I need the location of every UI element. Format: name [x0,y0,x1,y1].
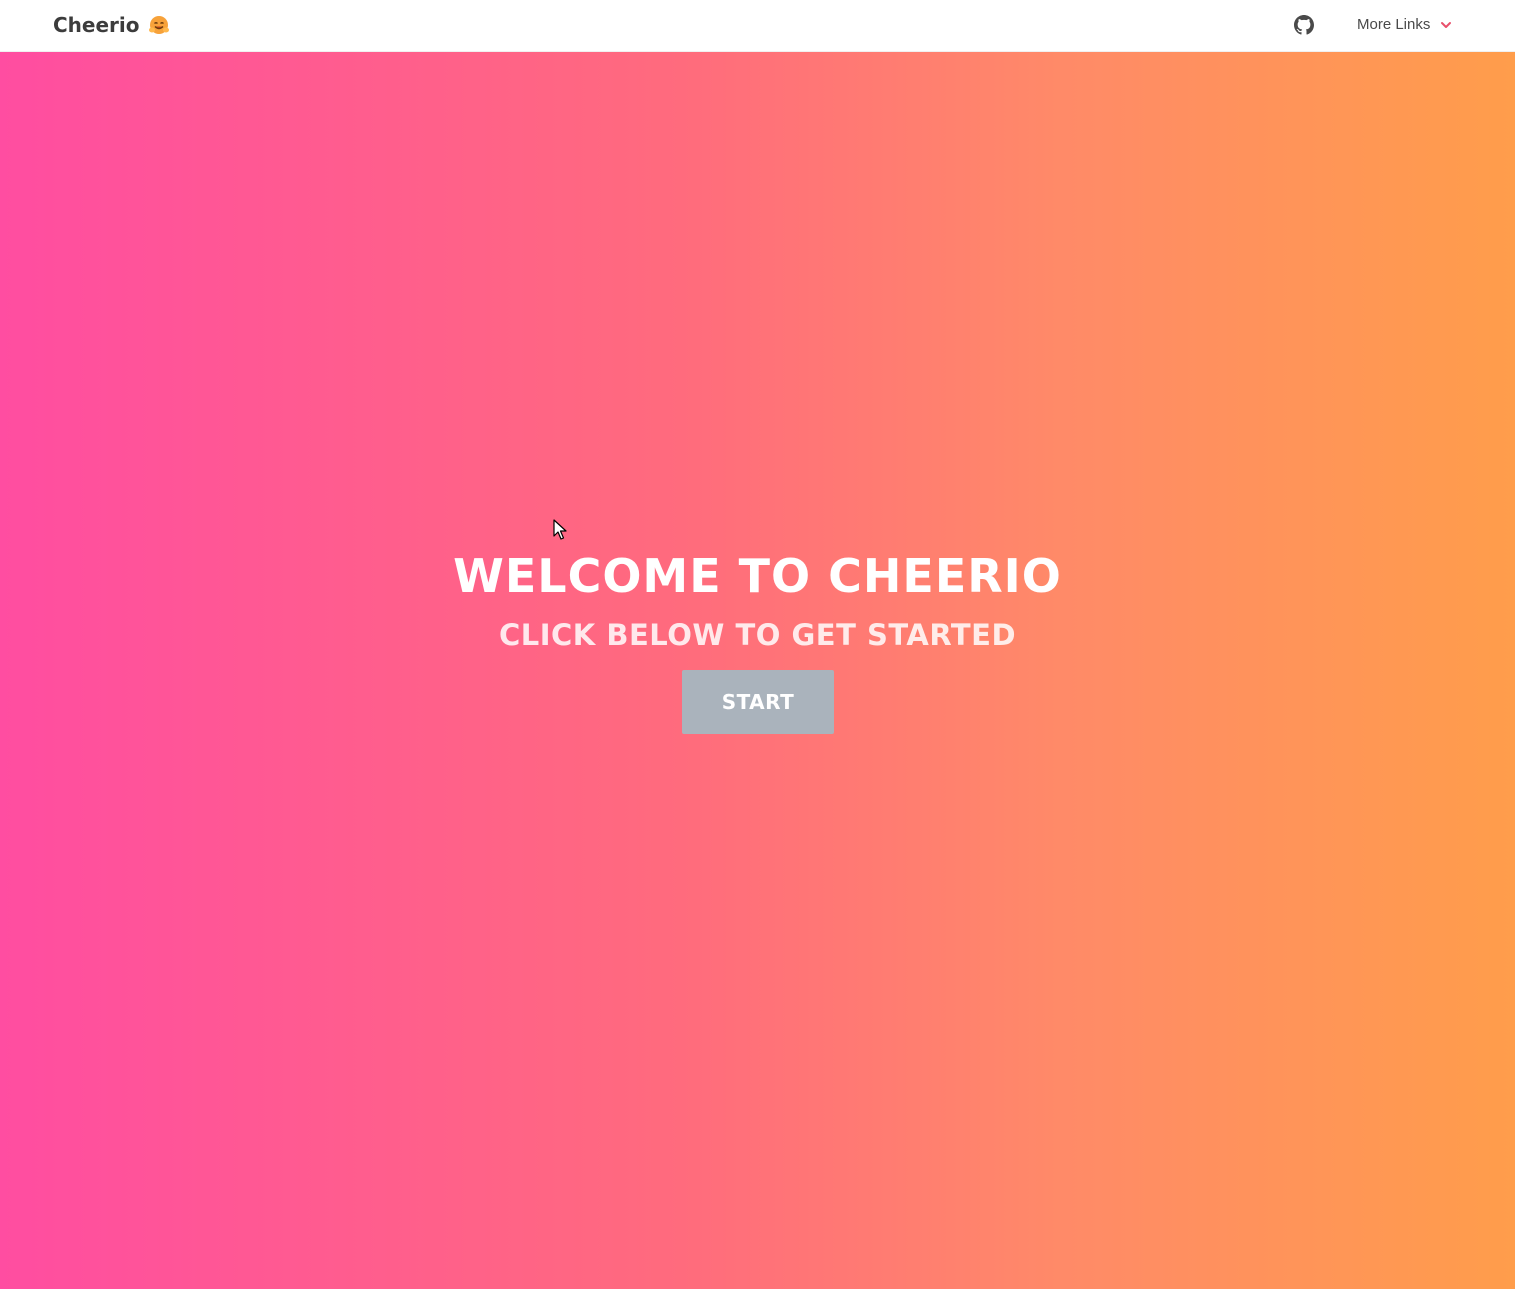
github-icon[interactable] [1294,15,1314,35]
top-navbar: Cheerio More Links [0,0,1515,52]
hero-section: WELCOME TO CHEERIO CLICK BELOW TO GET ST… [0,52,1515,1289]
more-links-label: More Links [1357,16,1431,33]
brand-name: Cheerio [53,13,140,37]
chevron-down-icon [1441,21,1452,28]
hugging-face-emoji-icon [148,16,169,34]
hero-title: WELCOME TO CHEERIO [453,549,1062,603]
brand-link[interactable]: Cheerio [53,13,170,37]
more-links-dropdown[interactable]: More Links [1357,16,1452,33]
hero-subtitle: CLICK BELOW TO GET STARTED [498,618,1017,652]
mouse-cursor-icon [553,519,567,540]
start-button[interactable]: START [682,670,834,734]
